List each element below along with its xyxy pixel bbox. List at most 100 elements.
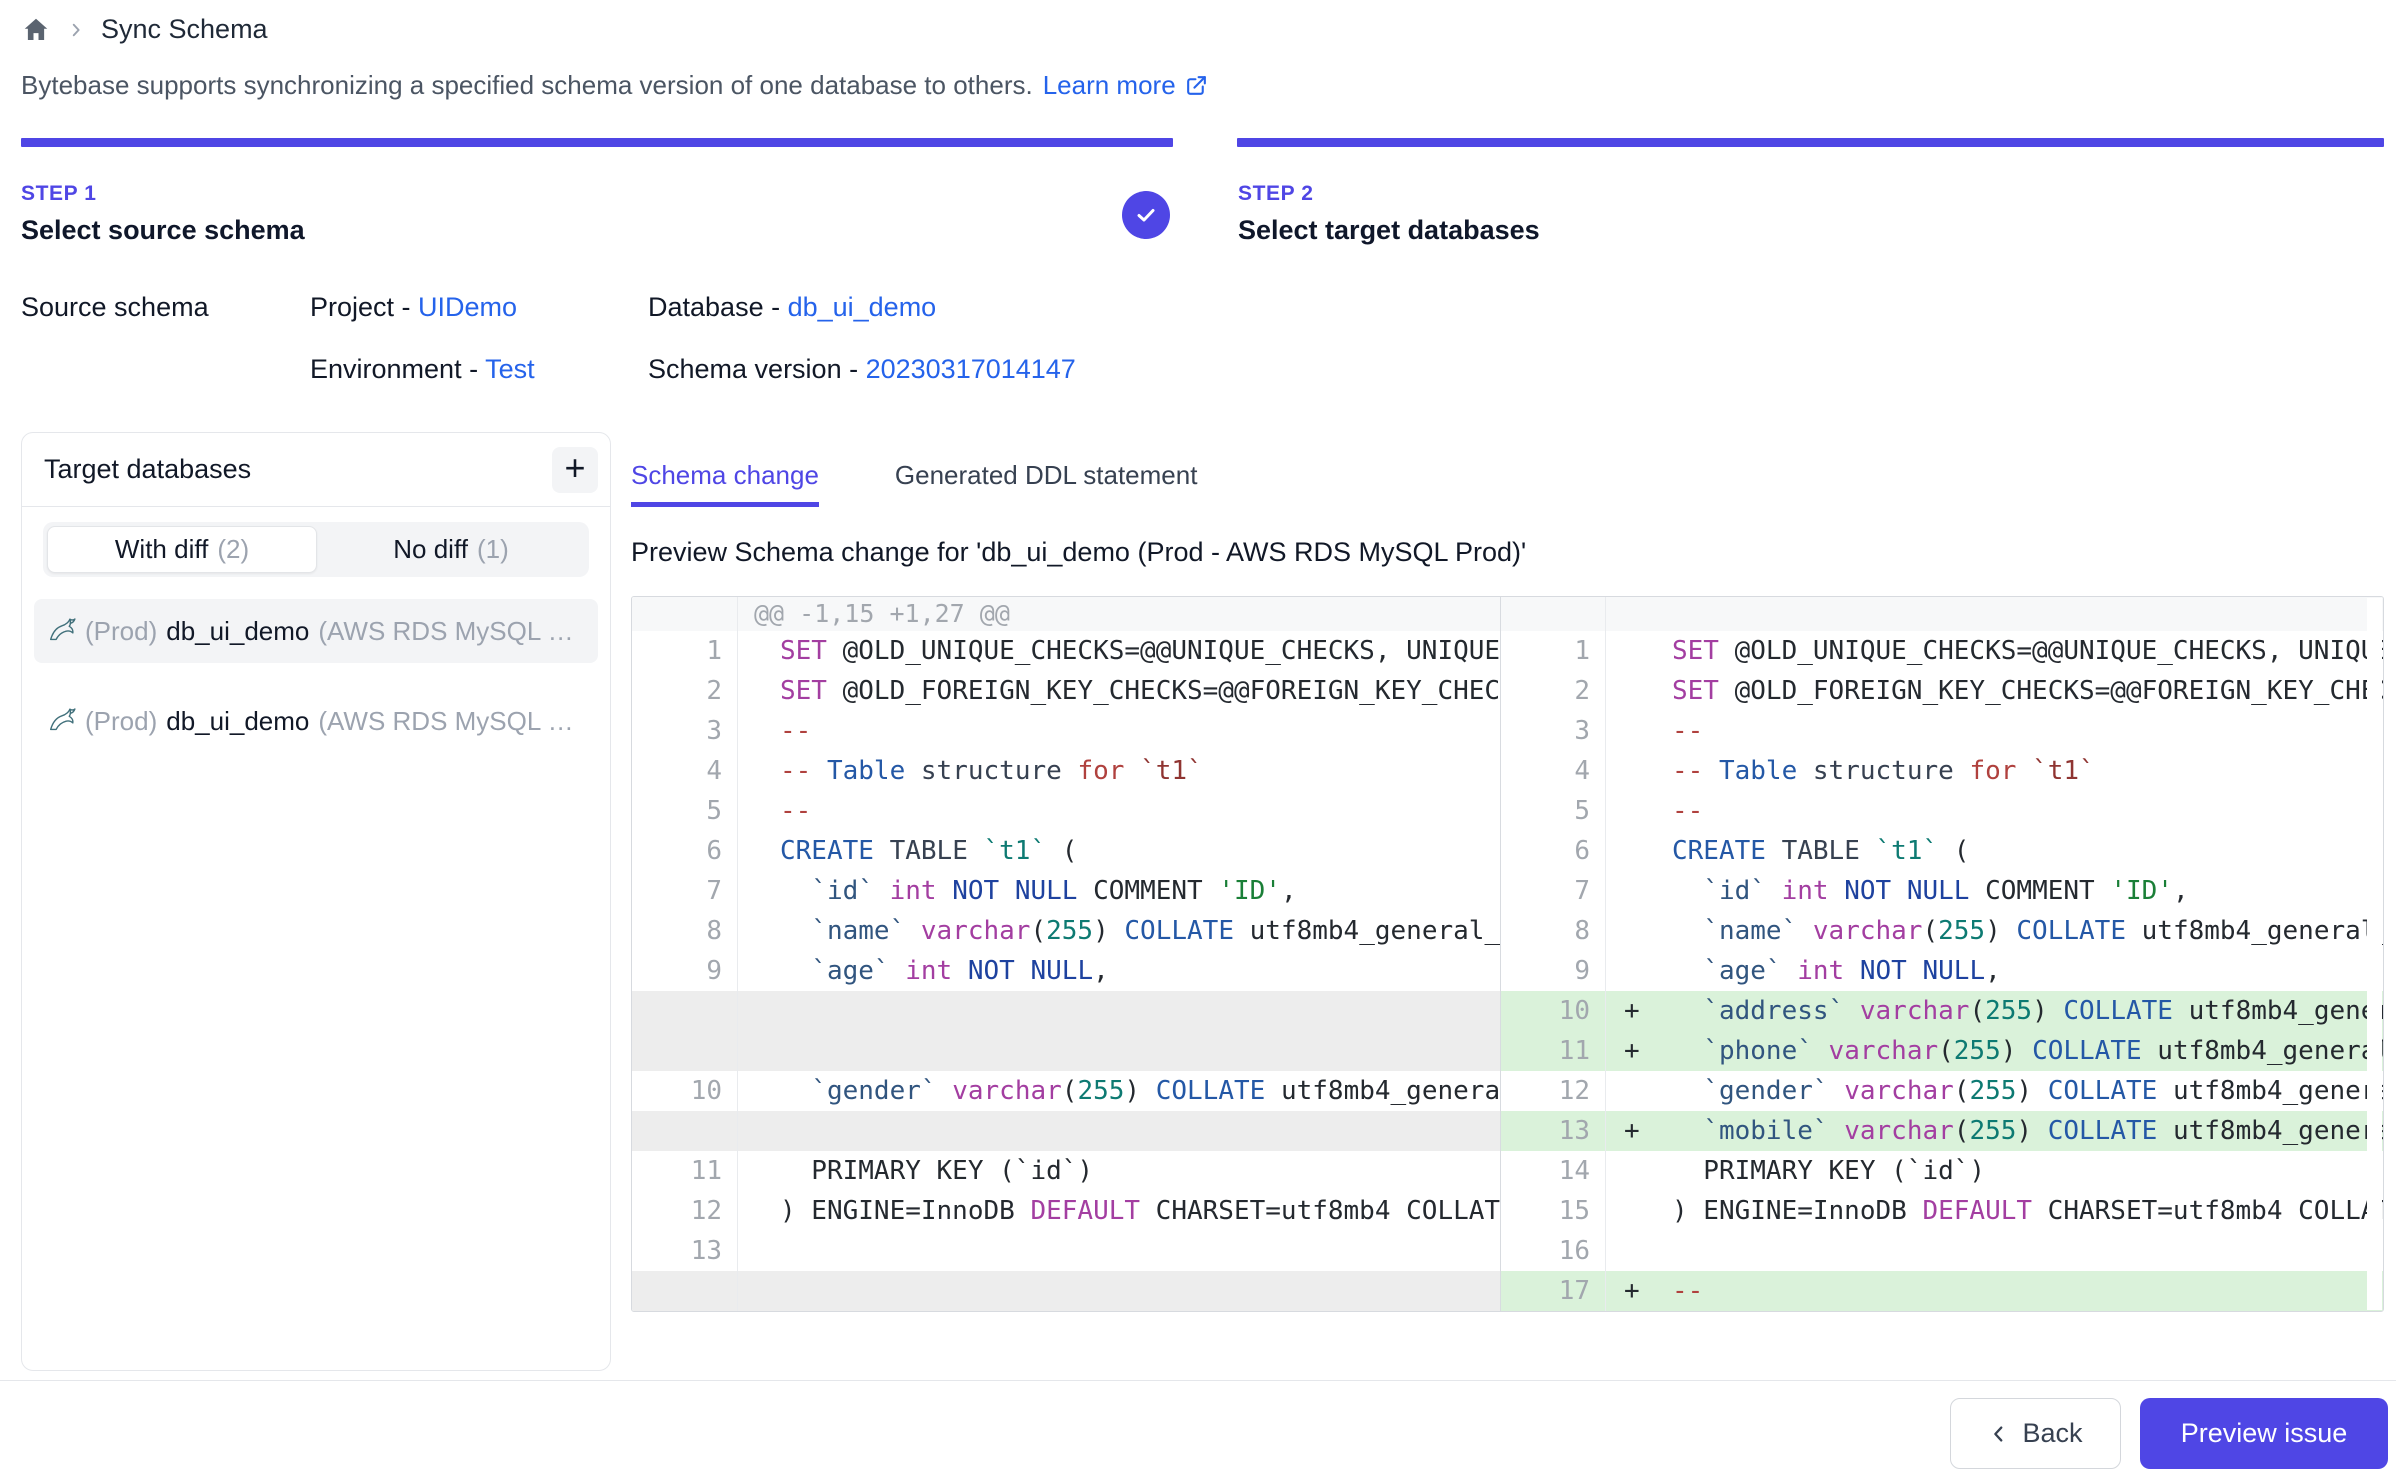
code-line: CREATE TABLE `t1` ( — [780, 836, 1077, 866]
source-field-value[interactable]: UIDemo — [418, 292, 517, 322]
diff-left-code: ) ENGINE=InnoDB DEFAULT CHARSET=utf8mb4 … — [738, 1191, 1501, 1231]
diff-right-gutter: 5 — [1501, 791, 1606, 831]
diff-add-marker: + — [1624, 1271, 1672, 1311]
step1-title: Select source schema — [21, 215, 305, 246]
diff-left-code: SET @OLD_FOREIGN_KEY_CHECKS=@@FOREIGN_KE… — [738, 671, 1501, 711]
diff-left-code — [738, 1111, 1501, 1151]
back-button[interactable]: Back — [1950, 1398, 2121, 1469]
diff-right-code: `name` varchar(255) COLLATE utf8mb4_gene… — [1606, 911, 2383, 951]
diff-right-code: `age` int NOT NULL, — [1606, 951, 2383, 991]
line-number: 4 — [1501, 751, 1605, 791]
target-databases-title: Target databases — [44, 454, 251, 485]
code-line: PRIMARY KEY (`id`) — [780, 1156, 1093, 1186]
code-line: -- — [780, 716, 811, 746]
diff-left-code — [738, 1231, 1501, 1271]
source-field: Database - db_ui_demo — [648, 292, 1076, 323]
tab-generated-ddl-statement[interactable]: Generated DDL statement — [895, 460, 1198, 507]
diff-right-gutter: 6 — [1501, 831, 1606, 871]
mysql-icon — [46, 706, 76, 736]
line-number: 9 — [632, 951, 737, 991]
diff-left-code: `name` varchar(255) COLLATE utf8mb4_gene… — [738, 911, 1501, 951]
diff-right-gutter: 14 — [1501, 1151, 1606, 1191]
learn-more-link[interactable]: Learn more — [1043, 70, 1209, 101]
home-icon[interactable] — [21, 15, 51, 45]
target-database-list: (Prod)db_ui_demo(AWS RDS MySQL Prod) (Pr… — [22, 599, 610, 753]
line-number: 13 — [1501, 1111, 1605, 1151]
diff-row: 6CREATE TABLE `t1` (6CREATE TABLE `t1` ( — [632, 831, 2383, 871]
code-line: -- Table structure for `t1` — [780, 756, 1203, 786]
line-number: 5 — [1501, 791, 1605, 831]
source-field-value[interactable]: Test — [485, 354, 535, 384]
code-line: -- — [780, 796, 811, 826]
diff-right-gutter: 7 — [1501, 871, 1606, 911]
diff-right-code: CREATE TABLE `t1` ( — [1606, 831, 2383, 871]
diff-left-code: SET @OLD_UNIQUE_CHECKS=@@UNIQUE_CHECKS, … — [738, 631, 1501, 671]
diff-scrollbar-track[interactable] — [2367, 598, 2382, 1310]
line-number: 10 — [1501, 991, 1605, 1031]
code-line: `phone` varchar(255) COLLATE utf8mb4_gen… — [1672, 1031, 2383, 1071]
code-line: `age` int NOT NULL, — [1672, 951, 2001, 991]
tab-count: (2) — [217, 534, 249, 565]
mysql-icon — [46, 616, 76, 646]
line-number: 14 — [1501, 1151, 1605, 1191]
line-number: 7 — [1501, 871, 1605, 911]
target-databases-header: Target databases + — [22, 433, 610, 507]
code-line: ) ENGINE=InnoDB DEFAULT CHARSET=utf8mb4 … — [780, 1196, 1500, 1226]
breadcrumb: Sync Schema — [21, 14, 268, 45]
diff-add-marker: + — [1624, 1031, 1672, 1071]
diff-row: 4-- Table structure for `t1`4-- Table st… — [632, 751, 2383, 791]
diff-left-gutter: 6 — [632, 831, 738, 871]
line-number: 5 — [632, 791, 737, 831]
source-field-value[interactable]: db_ui_demo — [788, 292, 937, 322]
diff-left-code — [738, 991, 1501, 1031]
target-database-item[interactable]: (Prod)db_ui_demo(AWS RDS MySQL Prod) — [34, 689, 598, 753]
step2: STEP 2 Select target databases — [1238, 182, 1540, 246]
diff-left-gutter: 5 — [632, 791, 738, 831]
line-number: 2 — [1501, 671, 1605, 711]
learn-more-label: Learn more — [1043, 70, 1176, 101]
diff-row: 7 `id` int NOT NULL COMMENT 'ID',7 `id` … — [632, 871, 2383, 911]
chevron-left-icon — [1988, 1423, 2010, 1445]
step2-progress-bar — [1237, 138, 2384, 147]
diff-hunk-header: @@ -1,15 +1,27 @@ — [738, 597, 1501, 631]
target-database-item[interactable]: (Prod)db_ui_demo(AWS RDS MySQL Prod) — [34, 599, 598, 663]
diff-left-gutter: 7 — [632, 871, 738, 911]
diff-right-code — [1606, 1231, 2383, 1271]
diff-row: 11+ `phone` varchar(255) COLLATE utf8mb4… — [632, 1031, 2383, 1071]
diff-left-code: `age` int NOT NULL, — [738, 951, 1501, 991]
page-title: Sync Schema — [101, 14, 268, 45]
code-line: `mobile` varchar(255) COLLATE utf8mb4_ge… — [1672, 1111, 2383, 1151]
preview-issue-label: Preview issue — [2181, 1418, 2348, 1449]
code-line: -- Table structure for `t1` — [1672, 751, 2095, 791]
diff-filter-tab-with-diff[interactable]: With diff(2) — [47, 526, 317, 573]
diff-right-code: SET @OLD_UNIQUE_CHECKS=@@UNIQUE_CHECKS, … — [1606, 631, 2383, 671]
diff-filter-tab-no-diff[interactable]: No diff(1) — [317, 526, 585, 573]
line-number: 12 — [632, 1191, 737, 1231]
source-field-value[interactable]: 20230317014147 — [866, 354, 1076, 384]
diff-left-gutter: 8 — [632, 911, 738, 951]
source-field-name: Database - — [648, 292, 788, 322]
add-target-database-button[interactable]: + — [552, 447, 598, 493]
step1-progress-bar — [21, 138, 1173, 147]
line-number: 6 — [632, 831, 737, 871]
diff-right-code: +-- — [1606, 1271, 2383, 1311]
diff-row: 13+ `mobile` varchar(255) COLLATE utf8mb… — [632, 1111, 2383, 1151]
diff-add-marker — [1624, 871, 1672, 911]
external-link-icon — [1184, 73, 1209, 98]
tab-schema-change[interactable]: Schema change — [631, 460, 819, 507]
diff-filter-tabs: With diff(2)No diff(1) — [43, 522, 589, 577]
step2-title: Select target databases — [1238, 215, 1540, 246]
source-field: Schema version - 20230317014147 — [648, 354, 1076, 385]
preview-issue-button[interactable]: Preview issue — [2140, 1398, 2388, 1469]
line-number: 17 — [1501, 1271, 1605, 1311]
diff-right-gutter: 9 — [1501, 951, 1606, 991]
diff-right-code: -- — [1606, 711, 2383, 751]
preview-title: Preview Schema change for 'db_ui_demo (P… — [631, 537, 1526, 568]
diff-left-code: -- — [738, 711, 1501, 751]
diff-left-gutter — [632, 1111, 738, 1151]
source-field: Environment - Test — [310, 354, 648, 385]
code-line: -- — [1672, 711, 1703, 751]
code-line: `name` varchar(255) COLLATE utf8mb4_gene… — [780, 916, 1500, 946]
diff-add-marker — [1624, 751, 1672, 791]
diff-add-marker — [1624, 711, 1672, 751]
